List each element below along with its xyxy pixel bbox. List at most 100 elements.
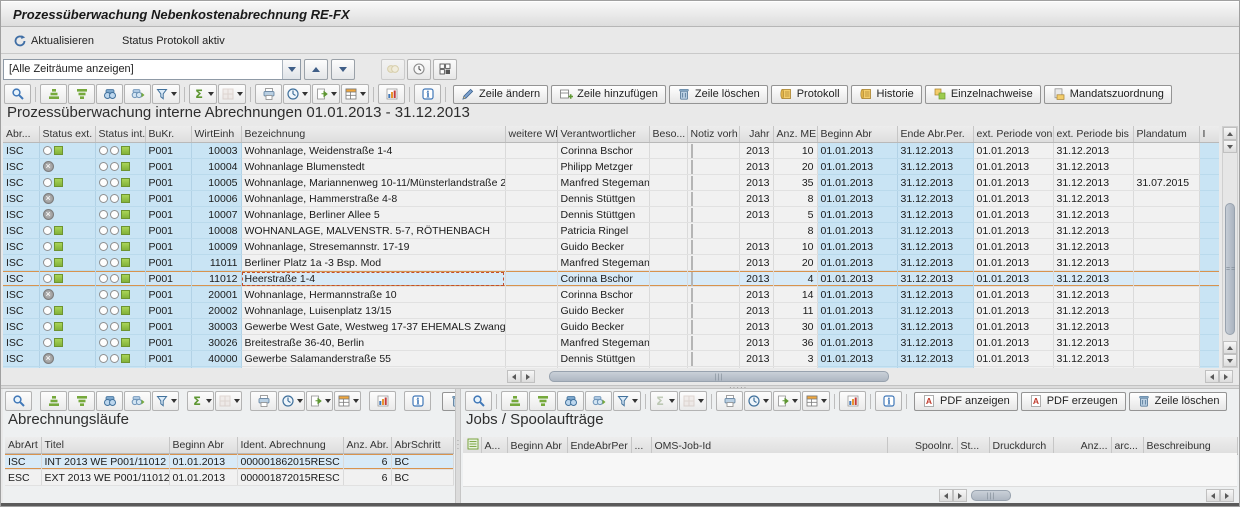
- column-header-plandatum[interactable]: Plandatum: [1133, 126, 1199, 143]
- cell-bukr[interactable]: P001: [145, 223, 191, 239]
- cell-ext_von[interactable]: 01.01.2013: [973, 319, 1053, 335]
- grid-window-button[interactable]: [433, 59, 457, 80]
- cell-status_int[interactable]: [95, 367, 145, 369]
- jobs-scroll-right-button-far[interactable]: [1220, 489, 1234, 502]
- notiz-checkbox[interactable]: [691, 144, 693, 158]
- column-header-beginn_abr[interactable]: Beginn Abr: [817, 126, 897, 143]
- cell-weitere_we[interactable]: [505, 175, 557, 191]
- cell-status_ext[interactable]: [39, 223, 95, 239]
- cell-beginn_abr[interactable]: 01.01.2013: [817, 351, 897, 367]
- cell-abrart[interactable]: ISC: [3, 175, 39, 191]
- cell-besond[interactable]: [649, 319, 687, 335]
- column-header-sliver[interactable]: I: [1199, 126, 1219, 143]
- cell-beginn_abr[interactable]: 01.01.2013: [817, 335, 897, 351]
- historie-button[interactable]: Historie: [851, 85, 922, 104]
- cell-anz_me[interactable]: 7: [773, 367, 817, 369]
- column-header-endeabrper[interactable]: EndeAbrPer: [567, 437, 631, 455]
- cell-abrart[interactable]: ISC: [3, 335, 39, 351]
- cell-notiz[interactable]: [687, 271, 739, 287]
- cell-status_ext[interactable]: ×: [39, 287, 95, 303]
- cell-weitere_we[interactable]: [505, 159, 557, 175]
- graphic-button[interactable]: [369, 391, 396, 411]
- cell-jahr[interactable]: 2013: [739, 191, 773, 207]
- cell-notiz[interactable]: [687, 207, 739, 223]
- notiz-checkbox[interactable]: [691, 336, 693, 350]
- jobs-scroll-left-button-far[interactable]: [1206, 489, 1220, 502]
- cell-abrart[interactable]: ISC: [3, 303, 39, 319]
- cell-status_ext[interactable]: ×: [39, 207, 95, 223]
- cell-sliver[interactable]: [1199, 207, 1219, 223]
- cell-verantwortlicher[interactable]: Corinna Bschor: [557, 367, 649, 369]
- views-button[interactable]: [744, 391, 772, 411]
- cell-status_ext[interactable]: ×: [39, 351, 95, 367]
- column-header-jahr[interactable]: Jahr: [739, 126, 773, 143]
- cell-status_ext[interactable]: [39, 319, 95, 335]
- cell-jahr[interactable]: 2013: [739, 287, 773, 303]
- cell-anz_me[interactable]: 10: [773, 239, 817, 255]
- previous-entry-button[interactable]: [304, 59, 328, 80]
- cell-notiz[interactable]: [687, 287, 739, 303]
- cell-beginn_abr[interactable]: 01.01.2013: [817, 303, 897, 319]
- cell-verantwortlicher[interactable]: Guido Becker: [557, 319, 649, 335]
- filter-button[interactable]: [152, 84, 180, 104]
- cell-anz_me[interactable]: 3: [773, 351, 817, 367]
- cell-ende_abrper[interactable]: 31.12.2013: [897, 255, 973, 271]
- sort-descending-button[interactable]: [68, 84, 95, 104]
- cell-sliver[interactable]: [1199, 223, 1219, 239]
- cell-plandatum[interactable]: [1133, 287, 1199, 303]
- cell-weitere_we[interactable]: [505, 239, 557, 255]
- cell-bukr[interactable]: P001: [145, 159, 191, 175]
- column-header-status_int[interactable]: Status int.: [95, 126, 145, 143]
- notiz-checkbox[interactable]: [691, 304, 693, 318]
- find-next-button[interactable]: [124, 391, 151, 411]
- cell-status_int[interactable]: [95, 143, 145, 159]
- subtotal-button[interactable]: [679, 391, 707, 411]
- cell-jahr[interactable]: 2013: [739, 143, 773, 159]
- cell-bezeichnung[interactable]: Wohnanlage, Hammerstraße 4-8: [241, 191, 505, 207]
- cell-bezeichnung[interactable]: Wohnanlage, Stresemannstr. 17-19: [241, 239, 505, 255]
- cell-ext_bis[interactable]: 31.12.2013: [1053, 335, 1133, 351]
- cell-notiz[interactable]: [687, 319, 739, 335]
- cell-besond[interactable]: [649, 175, 687, 191]
- cell-ext_bis[interactable]: 31.12.2013: [1053, 143, 1133, 159]
- cell-notiz[interactable]: [687, 191, 739, 207]
- refresh-button[interactable]: Aktualisieren: [9, 32, 98, 50]
- sort-ascending-button[interactable]: [501, 391, 528, 411]
- cell-besond[interactable]: [649, 255, 687, 271]
- cell-ende_abrper[interactable]: 31.12.2013: [897, 143, 973, 159]
- cell-wirteinh[interactable]: 10005: [191, 175, 241, 191]
- sort-ascending-button[interactable]: [40, 84, 67, 104]
- cell-ende_abrper[interactable]: 31.12.2013: [897, 303, 973, 319]
- cell-abrart[interactable]: ISC: [3, 319, 39, 335]
- column-header-ende_abrper[interactable]: Ende Abr.Per.: [897, 126, 973, 143]
- cell-status_ext[interactable]: [39, 335, 95, 351]
- cell-jahr[interactable]: 2013: [739, 319, 773, 335]
- cell-bukr[interactable]: P001: [145, 287, 191, 303]
- views-button[interactable]: [278, 391, 305, 411]
- pdf-anzeigen-button[interactable]: APDF anzeigen: [914, 392, 1018, 411]
- find-button[interactable]: [96, 84, 123, 104]
- cell-abrart[interactable]: ISC: [3, 351, 39, 367]
- cell-status_int[interactable]: [95, 335, 145, 351]
- cell-bezeichnung[interactable]: Gewerbe Salamanderstraße 55: [241, 351, 505, 367]
- cell-bukr[interactable]: P001: [145, 239, 191, 255]
- scroll-down-button-bottom[interactable]: [1223, 354, 1237, 367]
- timeframe-select[interactable]: [Alle Zeiträume anzeigen]: [3, 59, 301, 80]
- cell-ext_bis[interactable]: 31.12.2013: [1053, 223, 1133, 239]
- cell-bukr[interactable]: P001: [145, 255, 191, 271]
- cell-status_int[interactable]: [95, 271, 145, 287]
- cell-abrart[interactable]: ISC: [3, 159, 39, 175]
- cell-sliver[interactable]: [1199, 319, 1219, 335]
- cell-sliver[interactable]: [1199, 271, 1219, 287]
- info-button[interactable]: i: [404, 391, 431, 411]
- cell-wirteinh[interactable]: 10003: [191, 143, 241, 159]
- subtotal-button[interactable]: [218, 84, 246, 104]
- choose-layout-button[interactable]: [802, 391, 830, 411]
- cell-verantwortlicher[interactable]: Manfred Stegemann: [557, 255, 649, 271]
- cell-ident[interactable]: 000001862015RESC: [237, 454, 343, 470]
- cell-anz_me[interactable]: 5: [773, 207, 817, 223]
- cell-wirteinh[interactable]: 11012: [191, 271, 241, 287]
- subtotal-button[interactable]: [215, 391, 242, 411]
- cell-ext_von[interactable]: 01.01.2013: [973, 367, 1053, 369]
- cell-wirteinh[interactable]: 20001: [191, 287, 241, 303]
